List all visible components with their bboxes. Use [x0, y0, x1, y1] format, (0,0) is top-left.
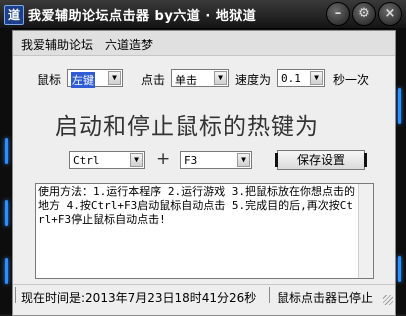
- mouse-button-label: 鼠标: [37, 73, 62, 87]
- speed-value: 0.1: [281, 72, 301, 85]
- chevron-down-icon[interactable]: ▼: [310, 71, 323, 85]
- speed-unit-label: 秒一次: [333, 73, 370, 87]
- hotkey-heading: 启动和停止鼠标的热键为: [55, 114, 319, 140]
- click-type-value: 单击: [175, 74, 197, 87]
- vertical-scrollbar[interactable]: [358, 184, 373, 278]
- chevron-down-icon[interactable]: ▼: [130, 153, 143, 167]
- instructions-textarea[interactable]: 使用方法：1.运行本程序 2.运行游戏 3.把鼠标放在你想点击的地方 4.按Ct…: [35, 183, 374, 279]
- author-link[interactable]: 六道造梦: [105, 36, 153, 53]
- settings-gear-icon[interactable]: ⚙: [352, 2, 376, 26]
- right-glow-accent: [398, 256, 401, 282]
- title-bar[interactable]: 道 我爱辅助论坛点击器 by六道 · 地狱道 – ⚙ ×: [0, 0, 406, 29]
- chevron-down-icon[interactable]: ▼: [214, 71, 227, 85]
- speed-select[interactable]: 0.1 ▼: [277, 69, 325, 87]
- main-panel: 我爱辅助论坛 六道造梦 鼠标 左键 ▼ 点击 单击 ▼ 速度为 0.1 ▼ 秒一…: [12, 30, 396, 316]
- left-glow-accent: [5, 200, 8, 226]
- click-type-select[interactable]: 单击 ▼: [171, 69, 229, 87]
- clicker-state-status: 鼠标点击器已停止: [277, 291, 374, 305]
- status-bar: 现在时间是:2013年7月23日18时41分26秒 鼠标点击器已停止: [13, 284, 395, 307]
- plus-sign: +: [156, 149, 171, 169]
- status-divider: [15, 287, 16, 303]
- click-type-label: 点击: [141, 73, 166, 87]
- chevron-down-icon[interactable]: ▼: [237, 153, 250, 167]
- left-rail-decoration: [0, 28, 12, 314]
- app-icon: 道: [4, 5, 24, 25]
- close-button[interactable]: ×: [378, 2, 402, 26]
- forum-link[interactable]: 我爱辅助论坛: [21, 36, 93, 53]
- minimize-button[interactable]: –: [326, 2, 350, 26]
- left-glow-accent: [5, 138, 8, 164]
- status-divider: [269, 287, 270, 303]
- mouse-button-value: 左键: [71, 72, 95, 88]
- app-window: 道 我爱辅助论坛点击器 by六道 · 地狱道 – ⚙ × 我爱辅助论坛 六道造梦…: [0, 0, 406, 316]
- speed-label: 速度为: [235, 73, 272, 87]
- hotkey-key-select[interactable]: F3 ▼: [180, 151, 252, 169]
- resize-grip-icon[interactable]: [383, 295, 393, 305]
- hotkey-modifier-select[interactable]: Ctrl ▼: [69, 151, 145, 169]
- header-links-bar: 我爱辅助论坛 六道造梦: [13, 31, 395, 56]
- window-title: 我爱辅助论坛点击器 by六道 · 地狱道: [28, 9, 257, 24]
- left-glow-accent: [5, 258, 8, 284]
- chevron-down-icon[interactable]: ▼: [108, 71, 121, 85]
- hotkey-key-value: F3: [184, 154, 198, 167]
- hotkey-modifier-value: Ctrl: [73, 154, 100, 167]
- mouse-button-select[interactable]: 左键 ▼: [67, 69, 123, 88]
- current-time-status: 现在时间是:2013年7月23日18时41分26秒: [21, 291, 257, 305]
- right-glow-accent: [398, 88, 401, 124]
- save-settings-button[interactable]: 保存设置: [275, 150, 367, 170]
- instructions-text: 使用方法：1.运行本程序 2.运行游戏 3.把鼠标放在你想点击的地方 4.按Ct…: [38, 185, 355, 226]
